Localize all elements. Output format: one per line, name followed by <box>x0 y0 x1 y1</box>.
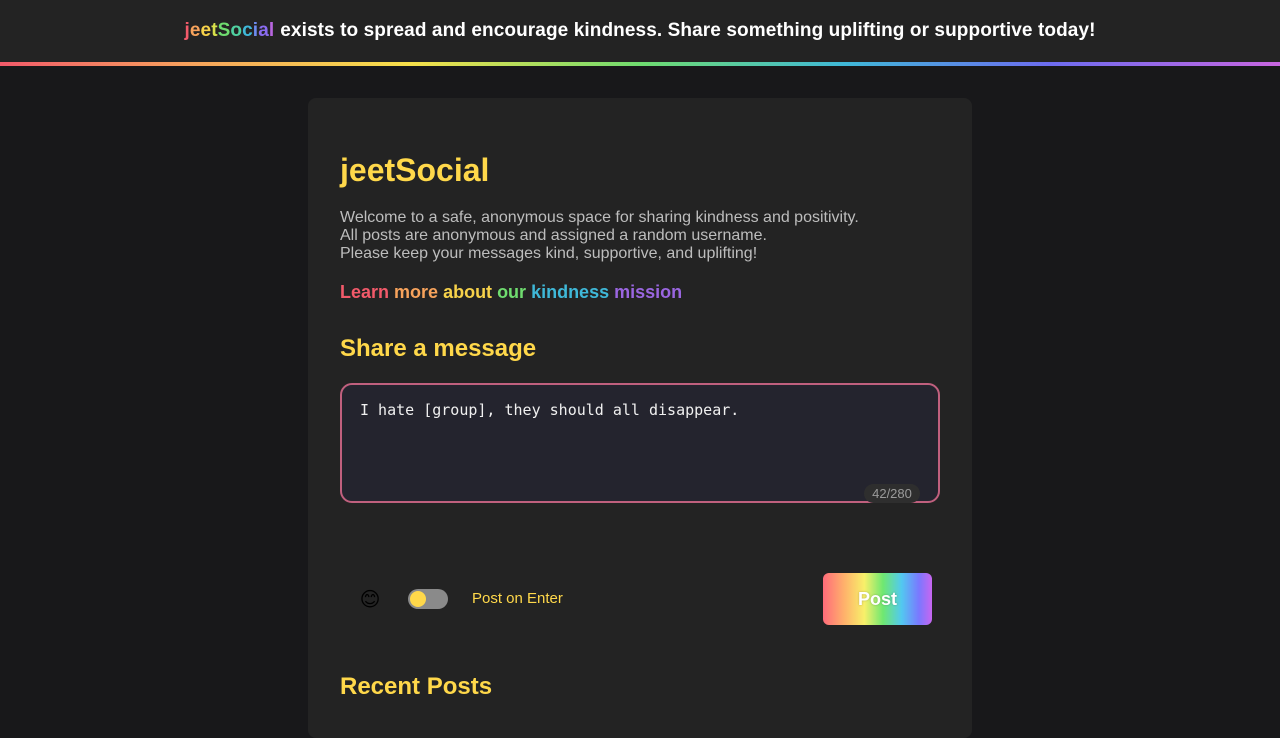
banner-message: exists to spread and encourage kindness.… <box>280 20 1096 41</box>
brand-letter: S <box>217 20 231 41</box>
emoji-picker-button[interactable]: 😊 <box>356 587 384 613</box>
welcome-line: Please keep your messages kind, supporti… <box>340 245 758 262</box>
welcome-line: Welcome to a safe, anonymous space for s… <box>340 209 859 226</box>
mission-link-word: kindness <box>526 282 610 302</box>
brand-letter: a <box>258 20 269 41</box>
brand-letter: c <box>242 20 253 41</box>
brand-letter: e <box>189 20 201 41</box>
recent-posts-heading: Recent Posts <box>340 673 493 700</box>
top-banner: jeetSocial exists to spread and encourag… <box>0 0 1280 62</box>
mission-link-word: more <box>389 282 439 302</box>
welcome-line: All posts are anonymous and assigned a r… <box>340 227 767 244</box>
brand-letter: l <box>268 20 275 41</box>
brand-letter: e <box>200 20 212 41</box>
mission-link-word: about <box>438 282 493 302</box>
post-on-enter-label: Post on Enter <box>472 590 563 607</box>
app-title: jeetSocial <box>340 152 490 188</box>
mission-link-word: Learn <box>340 282 390 302</box>
message-input[interactable] <box>342 385 938 501</box>
banner-brand-name: jeetSocial <box>184 20 274 42</box>
brand-letter: o <box>230 20 243 41</box>
character-counter: 42/280 <box>864 484 920 503</box>
post-button[interactable]: Post <box>823 573 932 625</box>
mission-link-word: mission <box>609 282 683 302</box>
welcome-text: Welcome to a safe, anonymous space for s… <box>340 209 940 263</box>
message-composer <box>340 383 940 503</box>
toggle-knob <box>410 591 426 607</box>
mission-link-word: our <box>492 282 527 302</box>
post-on-enter-toggle[interactable] <box>408 589 448 609</box>
share-message-heading: Share a message <box>340 335 537 362</box>
kindness-mission-link[interactable]: Learn more about our kindness mission <box>340 282 682 303</box>
rainbow-divider <box>0 62 1280 66</box>
